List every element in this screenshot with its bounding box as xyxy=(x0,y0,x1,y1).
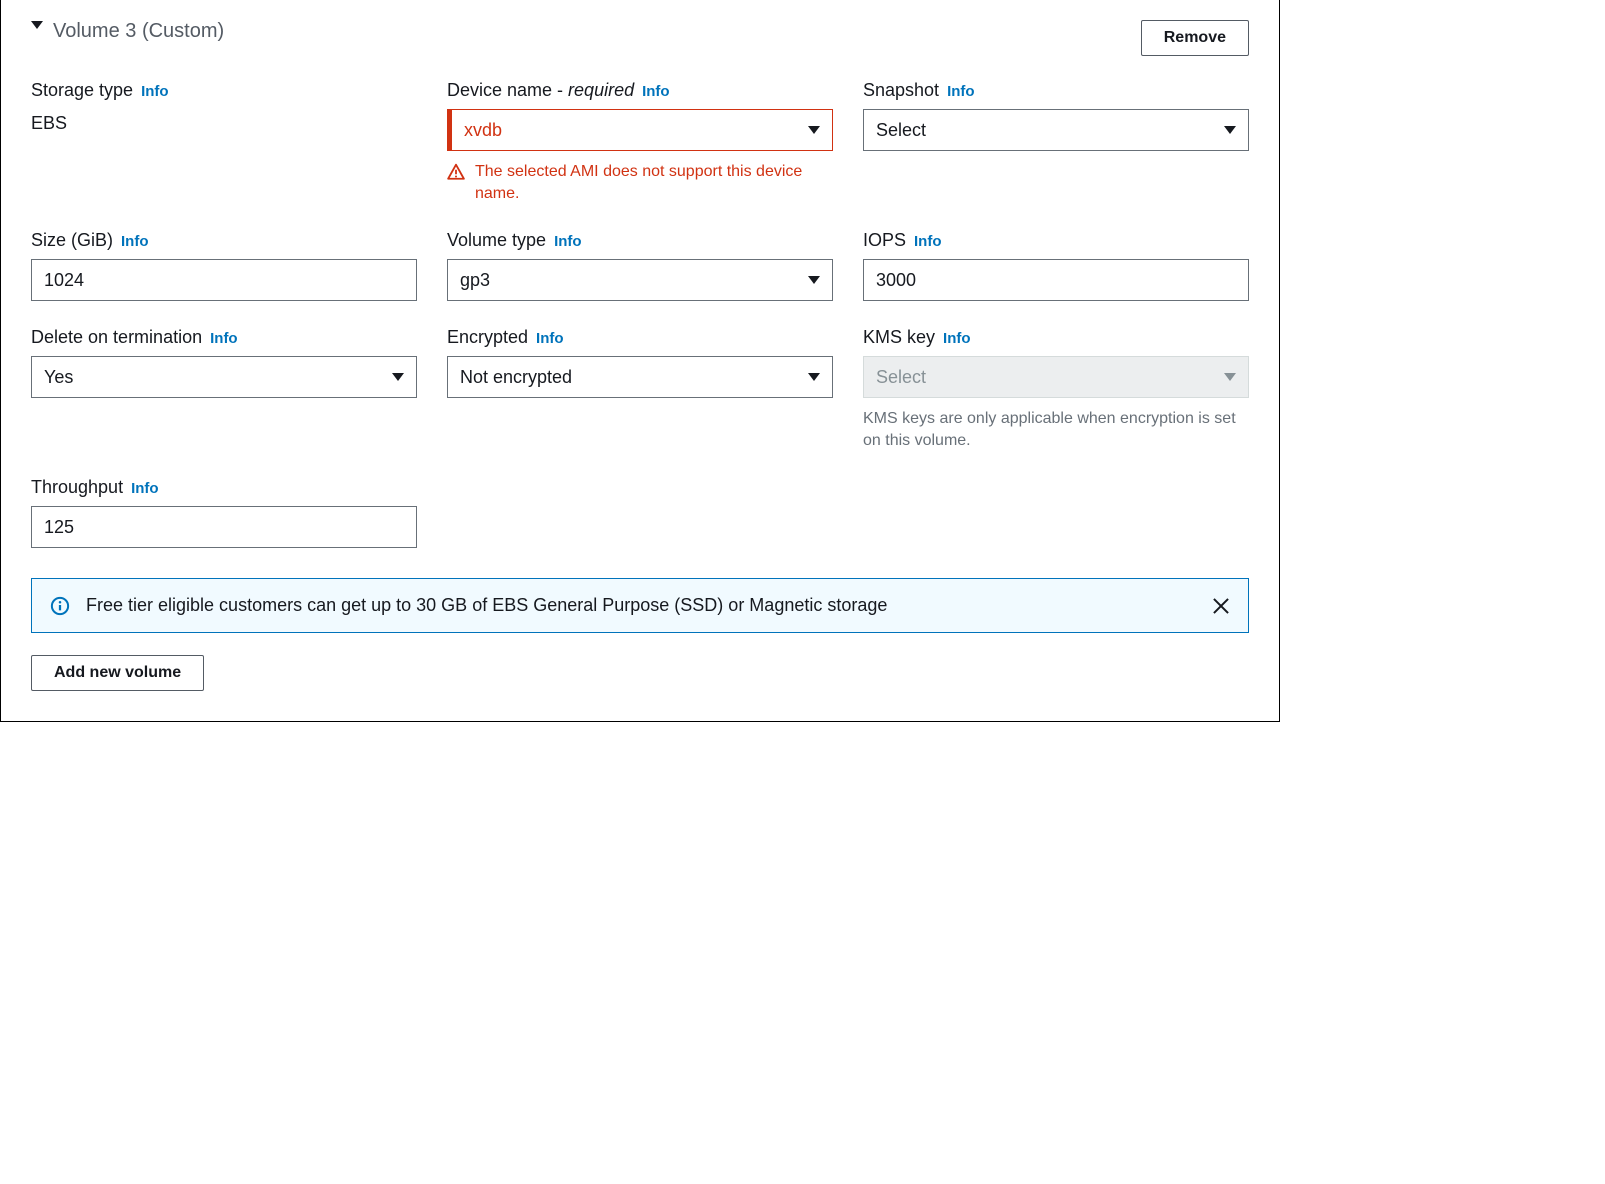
warning-triangle-icon xyxy=(447,163,465,181)
panel-footer: Add new volume xyxy=(1,655,1279,691)
kms-key-help-text: KMS keys are only applicable when encryp… xyxy=(863,408,1249,451)
kms-key-info-link[interactable]: Info xyxy=(943,330,971,347)
chevron-down-icon xyxy=(392,373,404,381)
volume-type-info-link[interactable]: Info xyxy=(554,233,582,250)
snapshot-value: Select xyxy=(876,120,926,141)
delete-on-termination-info-link[interactable]: Info xyxy=(210,330,238,347)
delete-on-termination-value: Yes xyxy=(44,367,73,388)
storage-type-field: Storage type Info EBS xyxy=(31,80,417,204)
throughput-label: Throughput xyxy=(31,477,123,498)
chevron-down-icon xyxy=(1224,373,1236,381)
snapshot-info-link[interactable]: Info xyxy=(947,83,975,100)
device-name-info-link[interactable]: Info xyxy=(642,83,670,100)
panel-header: Volume 3 (Custom) Remove xyxy=(1,0,1279,66)
free-tier-alert: Free tier eligible customers can get up … xyxy=(31,578,1249,633)
encrypted-select[interactable]: Not encrypted xyxy=(447,356,833,398)
add-new-volume-button[interactable]: Add new volume xyxy=(31,655,204,691)
volume-type-select[interactable]: gp3 xyxy=(447,259,833,301)
volume-type-label: Volume type xyxy=(447,230,546,251)
volume-type-value: gp3 xyxy=(460,270,490,291)
storage-type-info-link[interactable]: Info xyxy=(141,83,169,100)
kms-key-value: Select xyxy=(876,367,926,388)
close-icon[interactable] xyxy=(1212,597,1230,615)
snapshot-field: Snapshot Info Select xyxy=(863,80,1249,204)
encrypted-info-link[interactable]: Info xyxy=(536,330,564,347)
volume-panel: Volume 3 (Custom) Remove Storage type In… xyxy=(0,0,1280,722)
size-value: 1024 xyxy=(44,270,84,291)
fields-grid: Storage type Info EBS Device name - requ… xyxy=(1,66,1279,548)
throughput-value: 125 xyxy=(44,517,74,538)
encrypted-value: Not encrypted xyxy=(460,367,572,388)
kms-key-field: KMS key Info Select KMS keys are only ap… xyxy=(863,327,1249,451)
delete-on-termination-field: Delete on termination Info Yes xyxy=(31,327,417,451)
iops-label: IOPS xyxy=(863,230,906,251)
iops-field: IOPS Info 3000 xyxy=(863,230,1249,301)
chevron-down-icon xyxy=(1224,126,1236,134)
chevron-down-icon xyxy=(808,373,820,381)
size-input[interactable]: 1024 xyxy=(31,259,417,301)
storage-type-value: EBS xyxy=(31,109,417,134)
iops-input[interactable]: 3000 xyxy=(863,259,1249,301)
delete-on-termination-label: Delete on termination xyxy=(31,327,202,348)
size-info-link[interactable]: Info xyxy=(121,233,149,250)
device-name-error: The selected AMI does not support this d… xyxy=(447,161,833,204)
panel-title: Volume 3 (Custom) xyxy=(53,20,224,43)
remove-button[interactable]: Remove xyxy=(1141,20,1249,56)
snapshot-label: Snapshot xyxy=(863,80,939,101)
throughput-field: Throughput Info 125 xyxy=(31,477,417,548)
delete-on-termination-select[interactable]: Yes xyxy=(31,356,417,398)
iops-info-link[interactable]: Info xyxy=(914,233,942,250)
snapshot-select[interactable]: Select xyxy=(863,109,1249,151)
kms-key-select: Select xyxy=(863,356,1249,398)
throughput-input[interactable]: 125 xyxy=(31,506,417,548)
chevron-down-icon xyxy=(808,126,820,134)
device-name-label: Device name - required xyxy=(447,80,634,101)
throughput-info-link[interactable]: Info xyxy=(131,480,159,497)
size-label: Size (GiB) xyxy=(31,230,113,251)
storage-type-label: Storage type xyxy=(31,80,133,101)
volume-type-field: Volume type Info gp3 xyxy=(447,230,833,301)
size-field: Size (GiB) Info 1024 xyxy=(31,230,417,301)
kms-key-label: KMS key xyxy=(863,327,935,348)
device-name-field: Device name - required Info xvdb The sel… xyxy=(447,80,833,204)
info-icon xyxy=(50,596,70,616)
encrypted-field: Encrypted Info Not encrypted xyxy=(447,327,833,451)
alert-message: Free tier eligible customers can get up … xyxy=(86,595,1196,616)
chevron-down-icon xyxy=(808,276,820,284)
device-name-value: xvdb xyxy=(464,120,502,141)
iops-value: 3000 xyxy=(876,270,916,291)
device-name-select[interactable]: xvdb xyxy=(447,109,833,151)
encrypted-label: Encrypted xyxy=(447,327,528,348)
panel-header-left: Volume 3 (Custom) xyxy=(31,20,224,43)
collapse-caret-icon[interactable] xyxy=(31,21,43,29)
